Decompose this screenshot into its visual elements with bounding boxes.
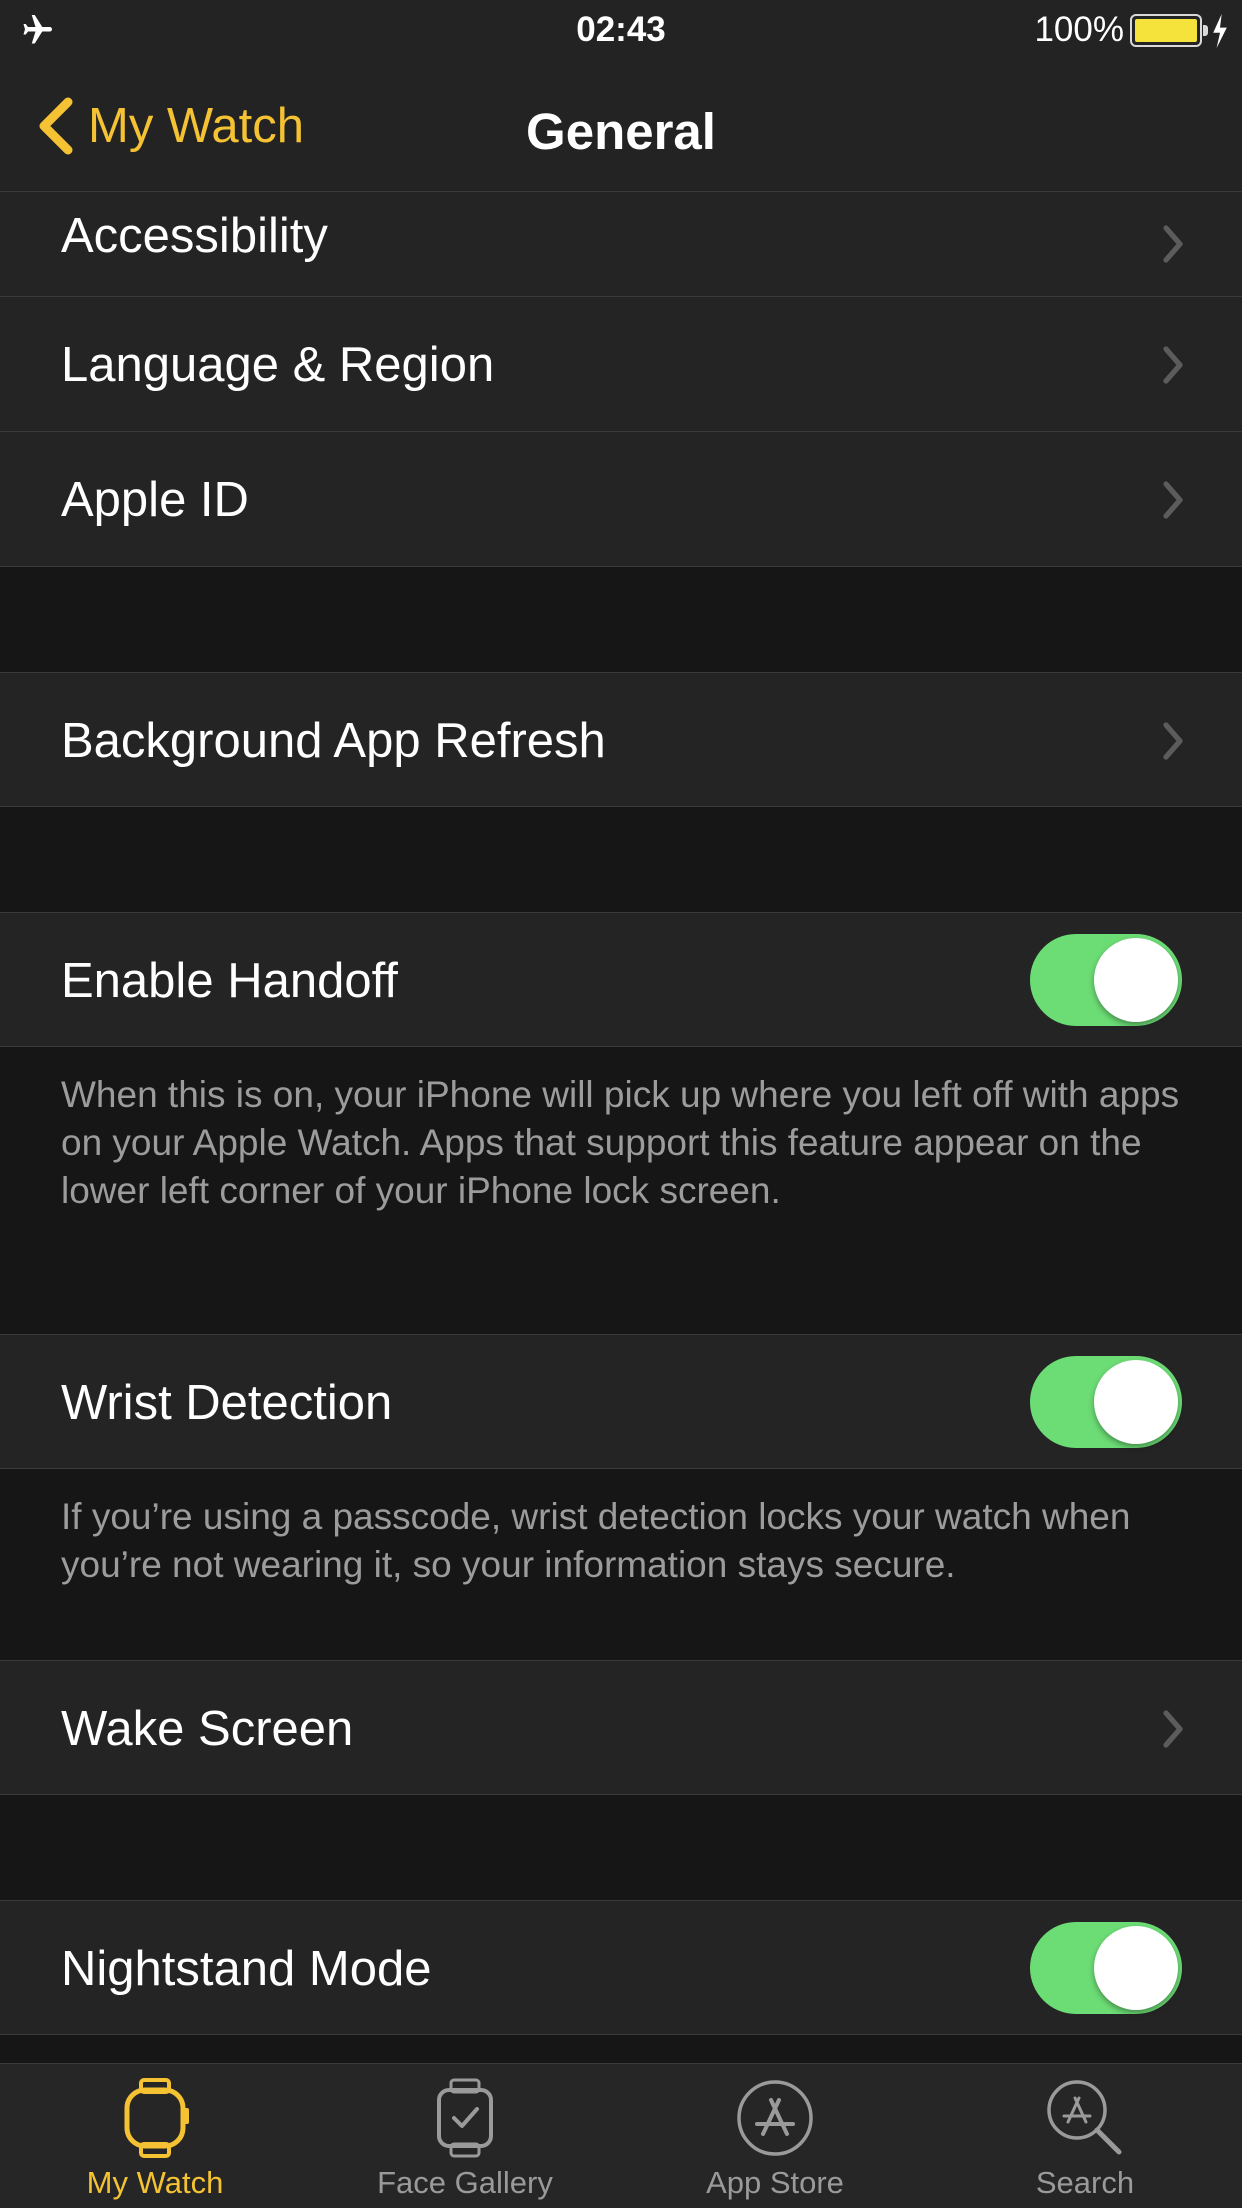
page-title: General	[526, 103, 716, 160]
nightstand-mode-toggle[interactable]	[1030, 1922, 1182, 2014]
row-nightstand-mode: Nightstand Mode	[0, 1900, 1242, 2035]
tab-label: Face Gallery	[377, 2165, 553, 2200]
app-screen: 02:43 100% My Watch General Accessibilit…	[0, 0, 1242, 2208]
handoff-description: When this is on, your iPhone will pick u…	[61, 1074, 1180, 1211]
enable-handoff-toggle[interactable]	[1030, 934, 1182, 1026]
wrist-detection-toggle[interactable]	[1030, 1356, 1182, 1448]
row-wake-screen[interactable]: Wake Screen	[0, 1660, 1242, 1795]
battery-icon	[1130, 14, 1208, 47]
status-bar: 02:43 100%	[0, 0, 1242, 60]
watch-icon	[124, 2078, 189, 2158]
toggle-knob	[1094, 1926, 1178, 2010]
tab-search[interactable]: Search	[930, 2064, 1240, 2208]
tab-face-gallery[interactable]: Face Gallery	[310, 2064, 620, 2208]
tab-label: App Store	[706, 2165, 844, 2200]
charging-bolt-icon	[1213, 14, 1227, 48]
wrist-detection-description: If you’re using a passcode, wrist detect…	[61, 1496, 1131, 1585]
row-label: Background App Refresh	[61, 714, 606, 768]
row-background-app-refresh[interactable]: Background App Refresh	[0, 672, 1242, 807]
row-label: Nightstand Mode	[61, 1942, 432, 1996]
chevron-right-icon	[1163, 346, 1183, 384]
face-gallery-icon	[437, 2078, 493, 2158]
tab-label: Search	[1035, 2165, 1135, 2200]
row-label: Enable Handoff	[61, 954, 398, 1008]
navigation-bar: My Watch General	[0, 60, 1242, 192]
chevron-right-icon	[1163, 225, 1183, 263]
battery-percent: 100%	[1034, 10, 1124, 49]
row-language-region[interactable]: Language & Region	[0, 297, 1242, 432]
row-label: Language & Region	[61, 338, 495, 392]
tab-label: My Watch	[86, 2165, 224, 2200]
row-label: Wake Screen	[61, 1702, 354, 1756]
row-enable-handoff: Enable Handoff	[0, 912, 1242, 1047]
row-apple-id[interactable]: Apple ID	[0, 432, 1242, 567]
search-icon	[1047, 2080, 1122, 2155]
app-store-icon	[737, 2080, 813, 2156]
tab-bar: My Watch Face Gallery App Store Search	[0, 2063, 1242, 2208]
toggle-knob	[1094, 938, 1178, 1022]
toggle-knob	[1094, 1360, 1178, 1444]
tab-app-store[interactable]: App Store	[620, 2064, 930, 2208]
row-accessibility[interactable]: Accessibility	[0, 192, 1242, 297]
row-label: Wrist Detection	[61, 1376, 393, 1430]
row-label: Apple ID	[61, 473, 249, 527]
row-label: Accessibility	[61, 209, 328, 263]
chevron-right-icon	[1163, 481, 1183, 519]
chevron-right-icon	[1163, 722, 1183, 760]
row-wrist-detection: Wrist Detection	[0, 1334, 1242, 1469]
tab-my-watch[interactable]: My Watch	[0, 2064, 310, 2208]
chevron-right-icon	[1163, 1710, 1183, 1748]
